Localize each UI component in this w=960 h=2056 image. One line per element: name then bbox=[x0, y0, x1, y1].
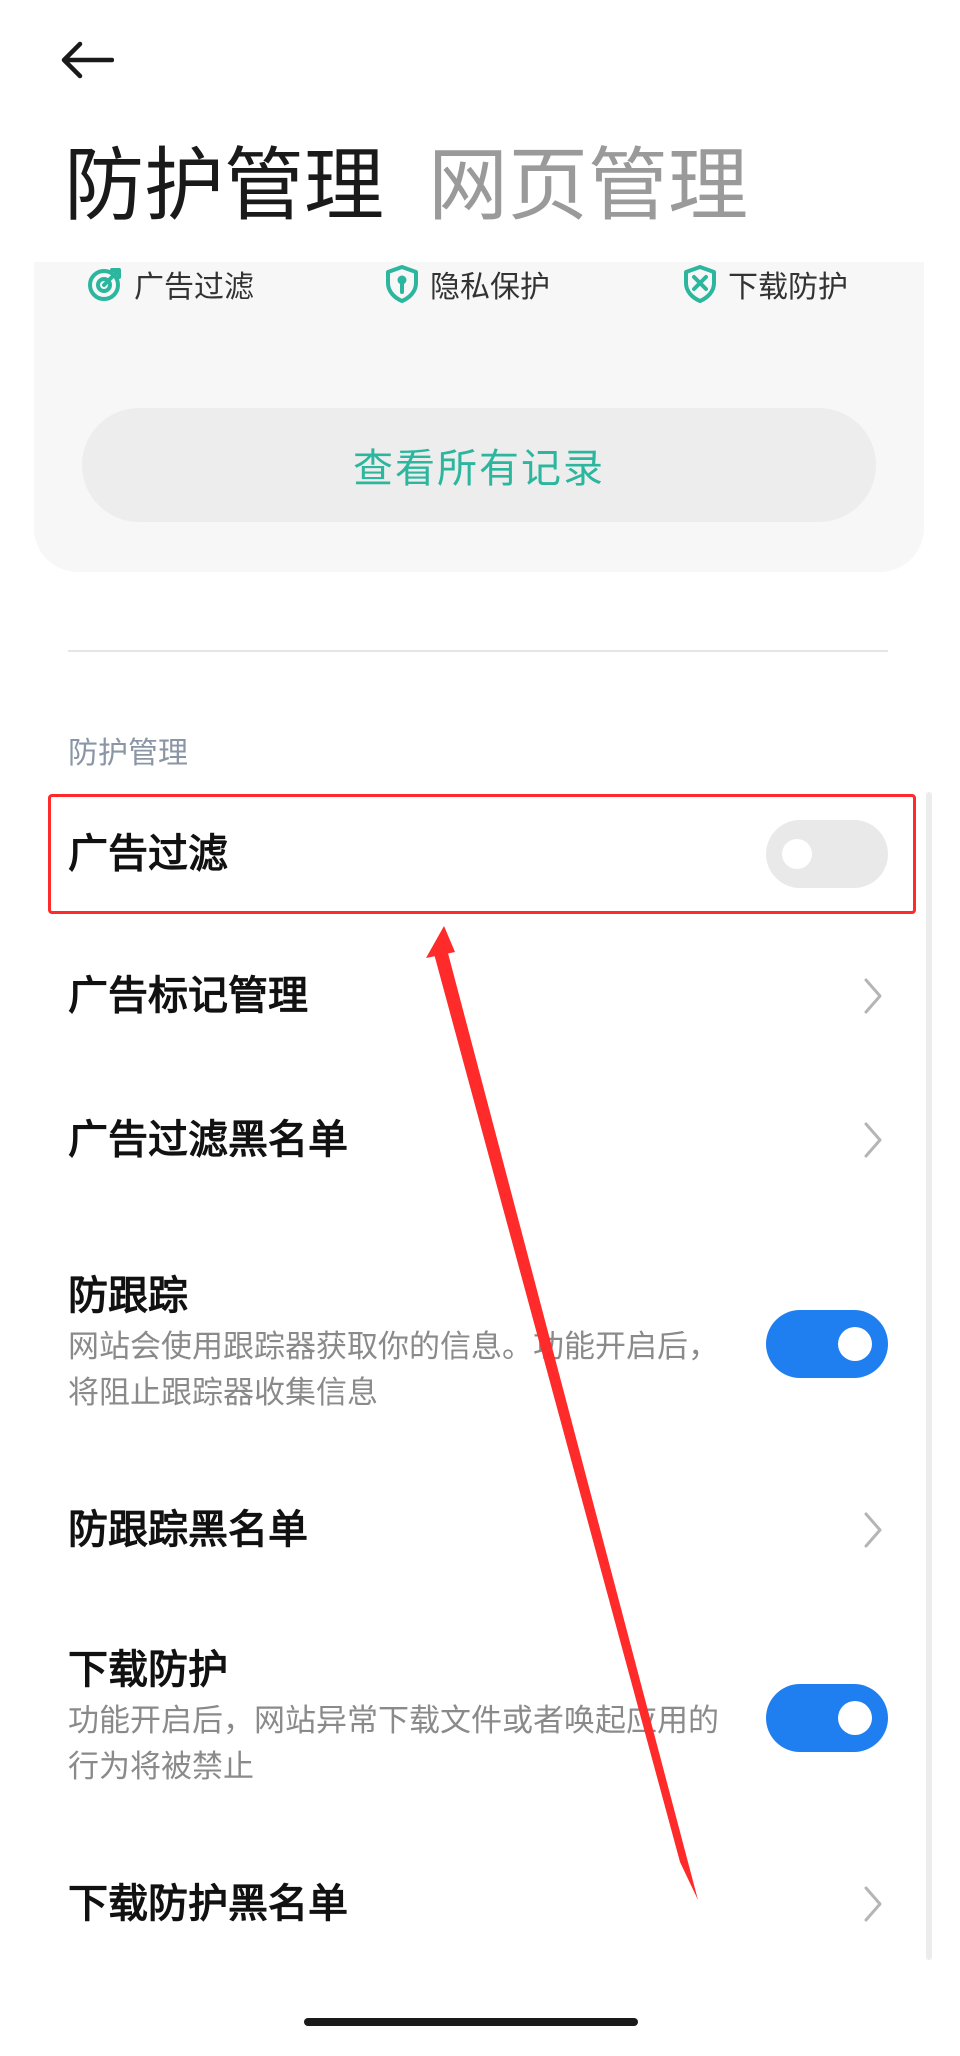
scrollbar[interactable] bbox=[926, 792, 932, 1960]
annotation-arrow-icon bbox=[426, 926, 698, 1900]
home-indicator[interactable] bbox=[304, 2018, 638, 2026]
